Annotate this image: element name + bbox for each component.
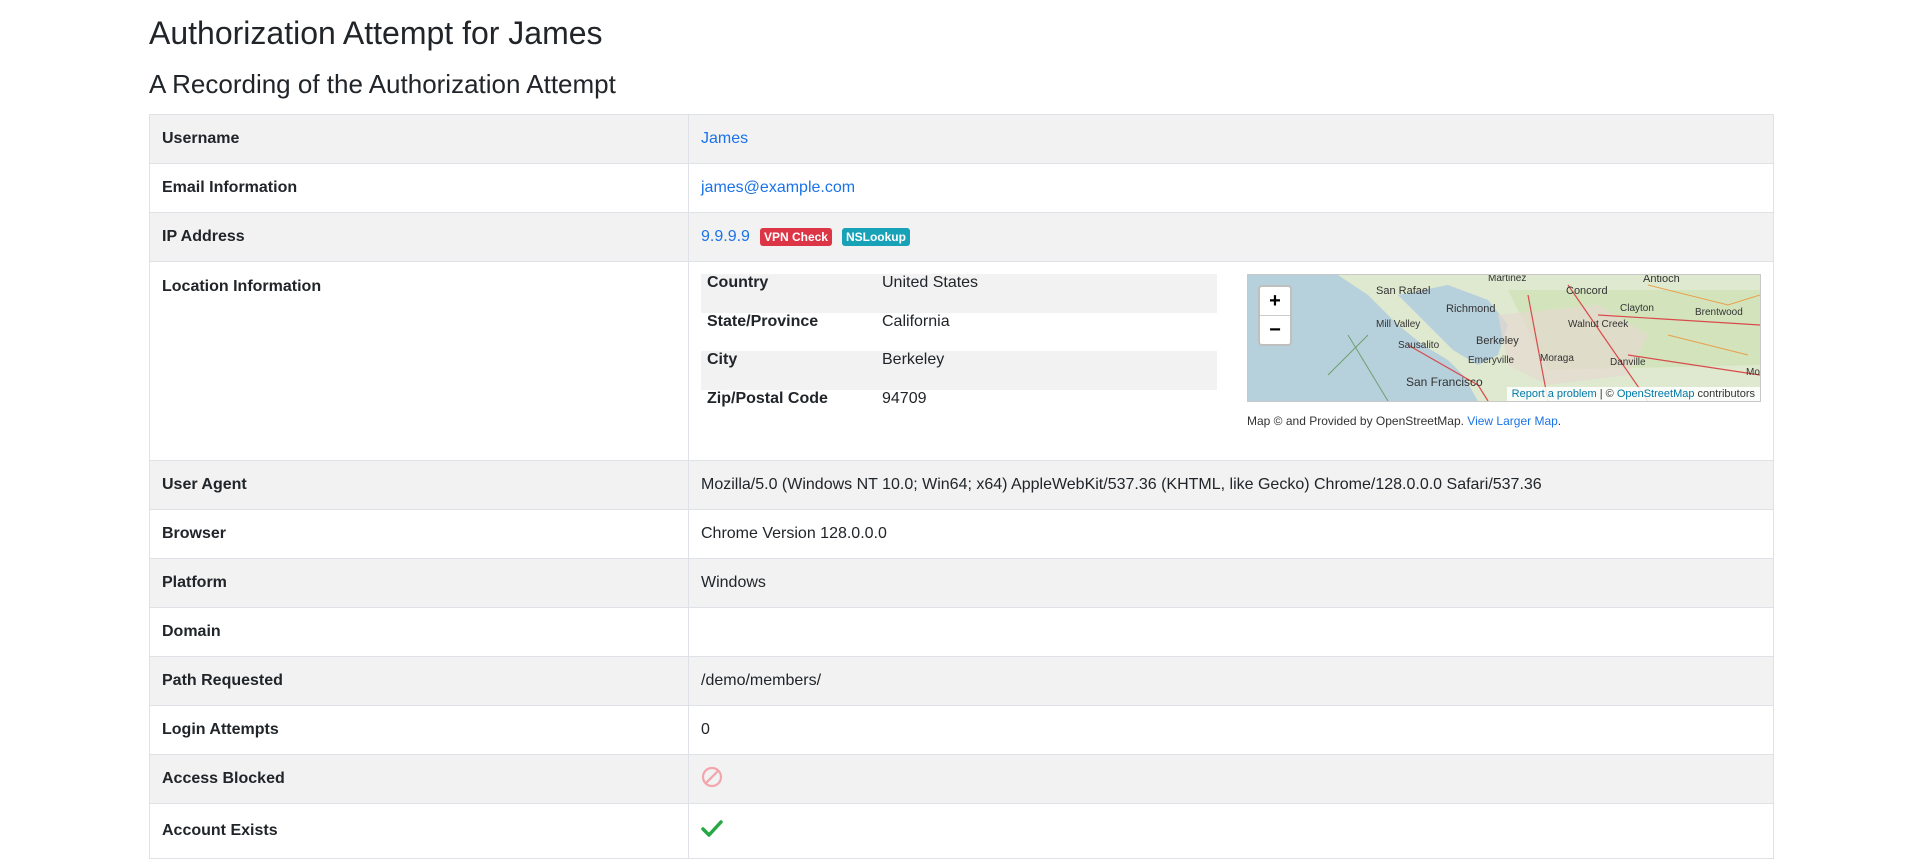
table-row: IP Address 9.9.9.9 VPN Check NSLookup (149, 212, 1774, 262)
report-problem-link[interactable]: Report a problem (1512, 388, 1597, 400)
domain-label: Domain (149, 607, 689, 657)
platform-value: Windows (688, 558, 1774, 608)
table-row: City Berkeley (701, 351, 1217, 390)
table-row: Browser Chrome Version 128.0.0.0 (149, 509, 1774, 559)
table-row: Domain (149, 607, 1774, 657)
platform-label: Platform (149, 558, 689, 608)
table-row: Login Attempts 0 (149, 705, 1774, 755)
attempt-details-table: Username James Email Information james@e… (149, 114, 1774, 859)
map-place-label: Mill Valley (1376, 319, 1421, 330)
vpn-check-badge[interactable]: VPN Check (759, 228, 832, 246)
login-attempts-label: Login Attempts (149, 705, 689, 755)
ip-cell: 9.9.9.9 VPN Check NSLookup (688, 212, 1774, 262)
access-blocked-label: Access Blocked (149, 754, 689, 804)
map-place-label: Martinez (1488, 274, 1527, 284)
access-blocked-cell (688, 754, 1774, 804)
check-icon (701, 819, 723, 843)
username-link[interactable]: James (701, 130, 748, 147)
user-agent-value: Mozilla/5.0 (Windows NT 10.0; Win64; x64… (688, 460, 1774, 510)
page-subtitle: A Recording of the Authorization Attempt (149, 69, 616, 99)
page-container: Authorization Attempt for James A Record… (149, 0, 1774, 859)
nslookup-badge[interactable]: NSLookup (841, 228, 910, 246)
map-place-label: Mo (1746, 367, 1760, 378)
map-place-label: San Rafael (1376, 285, 1431, 297)
table-row: Account Exists (149, 803, 1774, 859)
account-exists-cell (688, 803, 1774, 859)
city-value: Berkeley (882, 351, 945, 368)
table-row: State/Province California (701, 313, 1217, 352)
map-attribution: Report a problem | © OpenStreetMap contr… (1506, 387, 1760, 401)
map-caption-text: Map © and Provided by OpenStreetMap. (1247, 414, 1468, 428)
table-row: Username James (149, 114, 1774, 164)
map-caption: Map © and Provided by OpenStreetMap. Vie… (1247, 414, 1761, 428)
table-row: Access Blocked (149, 754, 1774, 804)
map-place-label: Antioch (1643, 274, 1680, 285)
map-place-label: Richmond (1446, 303, 1496, 315)
city-label: City (707, 351, 738, 368)
map-place-label: Walnut Creek (1568, 319, 1629, 330)
table-row: Platform Windows (149, 558, 1774, 608)
attribution-suffix: contributors (1694, 388, 1755, 400)
page-title: Authorization Attempt for James (149, 15, 603, 51)
username-label: Username (149, 114, 689, 164)
map-place-label: Concord (1566, 285, 1608, 297)
map-caption-end: . (1557, 414, 1562, 428)
zoom-in-button[interactable]: + (1260, 287, 1290, 315)
browser-label: Browser (149, 509, 689, 559)
map-place-label: Danville (1610, 357, 1646, 368)
ip-label: IP Address (149, 212, 689, 262)
table-row: Email Information james@example.com (149, 163, 1774, 213)
table-row: Path Requested /demo/members/ (149, 656, 1774, 706)
domain-value (688, 607, 1774, 657)
account-exists-label: Account Exists (149, 803, 689, 859)
state-value: California (882, 312, 950, 330)
user-agent-label: User Agent (149, 460, 689, 510)
map-place-label: Clayton (1620, 303, 1654, 314)
map-place-label: Sausalito (1398, 340, 1440, 351)
browser-value: Chrome Version 128.0.0.0 (688, 509, 1774, 559)
location-label: Location Information (149, 261, 689, 461)
map-place-label: Berkeley (1476, 335, 1519, 347)
location-cell: Country United States State/Province Cal… (688, 261, 1774, 461)
osm-link[interactable]: OpenStreetMap (1617, 388, 1695, 400)
table-row: Location Information Country United Stat… (149, 261, 1774, 461)
country-value: United States (882, 274, 979, 291)
zip-value: 94709 (882, 389, 927, 407)
map-zoom-control: + − (1258, 285, 1292, 346)
zoom-out-button[interactable]: − (1260, 315, 1290, 344)
ip-link[interactable]: 9.9.9.9 (701, 228, 750, 245)
email-link[interactable]: james@example.com (701, 179, 855, 196)
country-label: Country (707, 274, 769, 291)
location-table: Country United States State/Province Cal… (701, 274, 1217, 428)
email-label: Email Information (149, 163, 689, 213)
zip-label: Zip/Postal Code (707, 389, 828, 407)
map-place-label: Emeryville (1468, 355, 1515, 366)
map-column: Martinez Antioch San Rafael Concord Rich… (1247, 274, 1761, 428)
location-map[interactable]: Martinez Antioch San Rafael Concord Rich… (1247, 274, 1761, 402)
table-row: User Agent Mozilla/5.0 (Windows NT 10.0;… (149, 460, 1774, 510)
path-value: /demo/members/ (688, 656, 1774, 706)
state-label: State/Province (707, 312, 819, 330)
map-place-label: Brentwood (1695, 307, 1743, 318)
login-attempts-value: 0 (688, 705, 1774, 755)
email-cell: james@example.com (688, 163, 1774, 213)
attribution-separator: | © (1596, 388, 1617, 400)
username-cell: James (688, 114, 1774, 164)
view-larger-map-link[interactable]: View Larger Map (1467, 414, 1558, 428)
blocked-icon (701, 766, 723, 793)
map-place-label: San Francisco (1406, 375, 1483, 389)
map-place-label: Moraga (1540, 353, 1574, 364)
path-label: Path Requested (149, 656, 689, 706)
table-row: Country United States (701, 274, 1217, 313)
table-row: Zip/Postal Code 94709 (701, 390, 1217, 429)
